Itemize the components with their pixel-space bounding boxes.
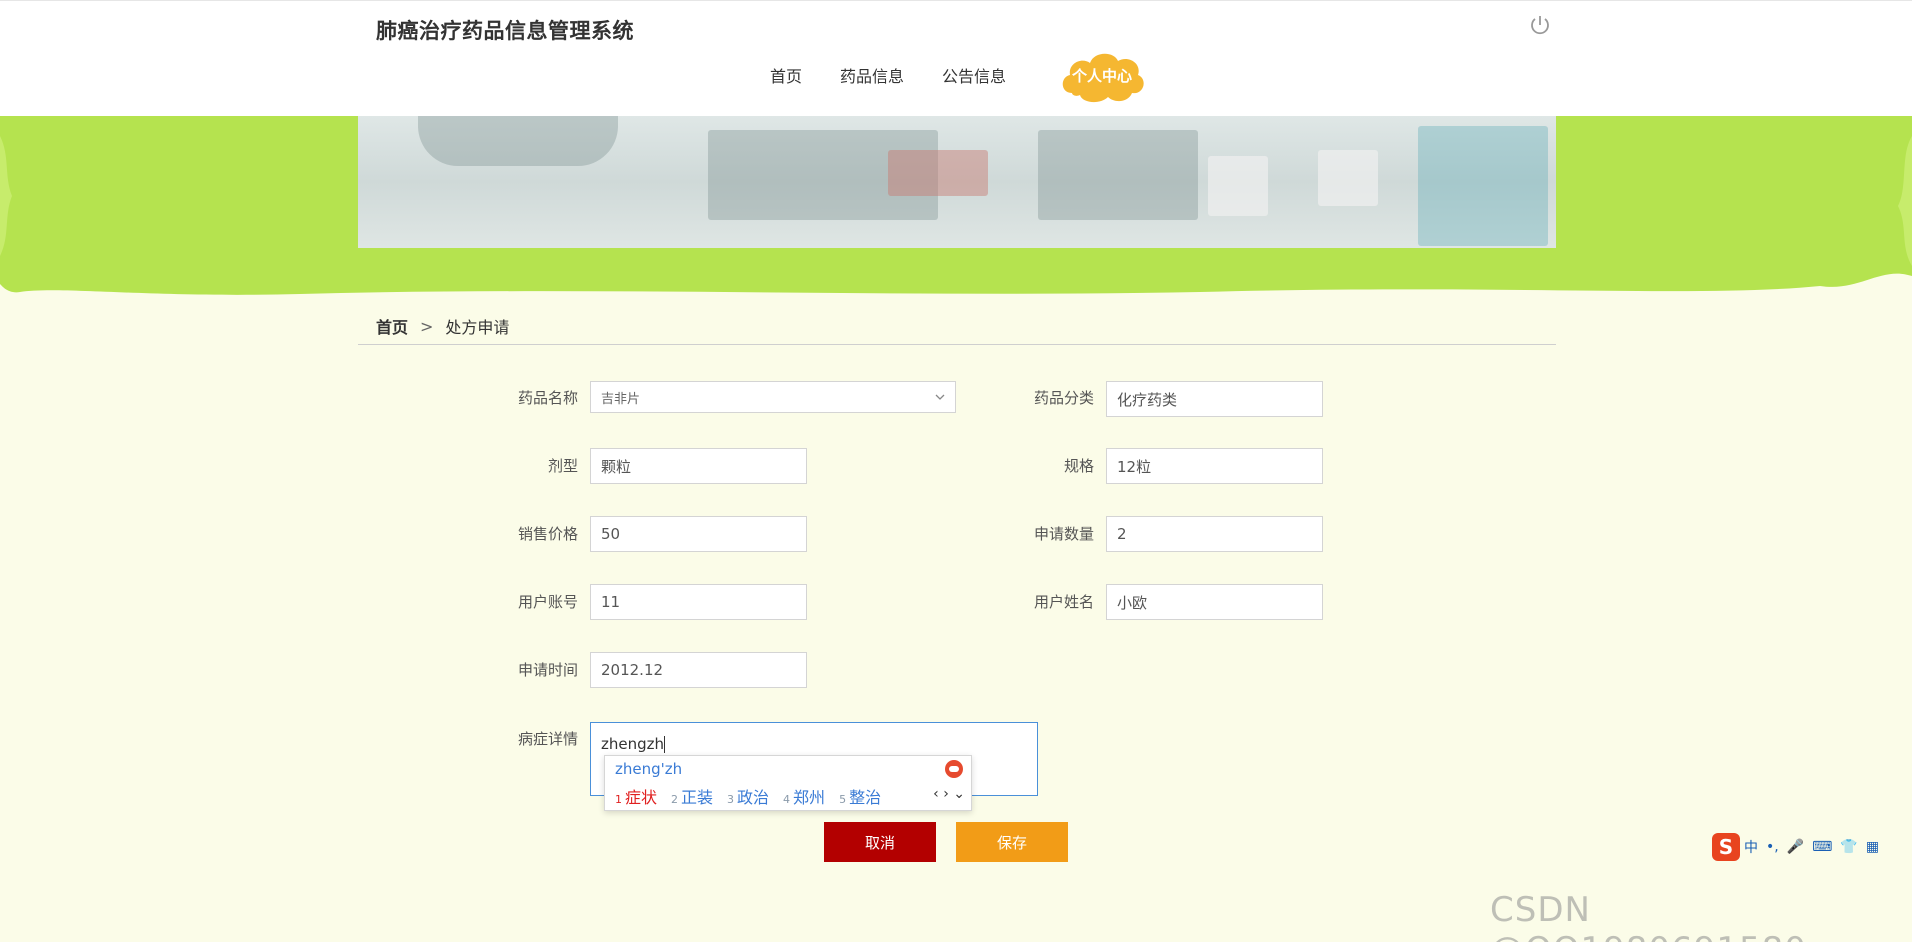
breadcrumb: 首页 > 处方申请: [376, 314, 509, 338]
price-field[interactable]: 50: [590, 516, 807, 552]
breadcrumb-current: 处方申请: [445, 318, 510, 337]
power-icon[interactable]: [1528, 13, 1552, 37]
spec-label: 规格: [1063, 457, 1094, 475]
ime-candidate[interactable]: 5 整治: [839, 784, 881, 808]
category-label: 药品分类: [1033, 389, 1094, 407]
save-button[interactable]: 保存: [956, 822, 1068, 862]
quantity-field[interactable]: 2: [1106, 516, 1323, 552]
dosage-field[interactable]: 颗粒: [590, 448, 807, 484]
drug-name-value: 吉非片: [601, 391, 641, 407]
nav-drug-info[interactable]: 药品信息: [840, 63, 904, 87]
spec-field[interactable]: 12粒: [1106, 448, 1323, 484]
category-field[interactable]: 化疗药类: [1106, 381, 1323, 417]
ime-page-arrows[interactable]: ‹ › ⌄: [933, 786, 965, 802]
sogou-logo-icon[interactable]: [945, 760, 963, 778]
ime-candidate[interactable]: 2 正装: [671, 784, 713, 808]
account-label: 用户账号: [517, 593, 578, 611]
ime-candidate-popup: zheng'zh 1 症状 2 正装 3 政治 4 郑州 5 整治 ‹ › ⌄: [604, 755, 972, 811]
nav-home[interactable]: 首页: [770, 63, 802, 87]
quantity-label: 申请数量: [1033, 525, 1094, 543]
ime-candidate[interactable]: 3 政治: [727, 784, 769, 808]
punctuation-icon[interactable]: •,: [1766, 839, 1779, 855]
microphone-icon[interactable]: 🎤: [1787, 839, 1804, 855]
ime-candidates: 1 症状 2 正装 3 政治 4 郑州 5 整治: [615, 784, 895, 808]
symptom-text: zhengzh: [601, 735, 665, 753]
banner-image: [358, 116, 1556, 248]
nav-announcements[interactable]: 公告信息: [942, 63, 1006, 87]
skin-icon[interactable]: 👕: [1840, 839, 1857, 855]
toolbox-icon[interactable]: ▦: [1866, 839, 1879, 855]
time-label: 申请时间: [517, 661, 578, 679]
username-field[interactable]: 小欧: [1106, 584, 1323, 620]
ime-mode-icon[interactable]: 中: [1744, 837, 1758, 857]
account-field[interactable]: 11: [590, 584, 807, 620]
nav-personal-center-label: 个人中心: [1071, 67, 1132, 85]
banner: [0, 116, 1912, 298]
text-caret: [664, 736, 666, 753]
chevron-down-icon: [935, 394, 945, 400]
watermark: CSDN @QQ1980691580: [1490, 890, 1806, 942]
header: 肺癌治疗药品信息管理系统 首页 药品信息 公告信息 个人中心: [0, 0, 1912, 116]
time-field[interactable]: 2012.12: [590, 652, 807, 688]
ime-pinyin: zheng'zh: [615, 760, 683, 778]
username-label: 用户姓名: [1033, 593, 1094, 611]
site-title: 肺癌治疗药品信息管理系统: [376, 19, 634, 43]
price-label: 销售价格: [517, 525, 578, 543]
ime-toolbar: S 中 •, 🎤 ⌨ 👕 ▦: [1712, 832, 1912, 862]
drug-name-label: 药品名称: [517, 389, 578, 407]
ime-candidate[interactable]: 4 郑州: [783, 784, 825, 808]
keyboard-icon[interactable]: ⌨: [1812, 839, 1832, 855]
nav-personal-center[interactable]: 个人中心: [1058, 47, 1146, 105]
breadcrumb-separator: >: [420, 316, 434, 336]
main-nav: 首页 药品信息 公告信息: [770, 51, 1044, 99]
drug-name-select[interactable]: 吉非片: [590, 381, 956, 413]
divider: [358, 344, 1556, 345]
cancel-button[interactable]: 取消: [824, 822, 936, 862]
ime-candidate[interactable]: 1 症状: [615, 784, 657, 808]
symptom-label: 病症详情: [517, 730, 578, 748]
sogou-s-icon[interactable]: S: [1712, 833, 1740, 861]
dosage-label: 剂型: [547, 457, 578, 475]
breadcrumb-home[interactable]: 首页: [376, 314, 408, 338]
